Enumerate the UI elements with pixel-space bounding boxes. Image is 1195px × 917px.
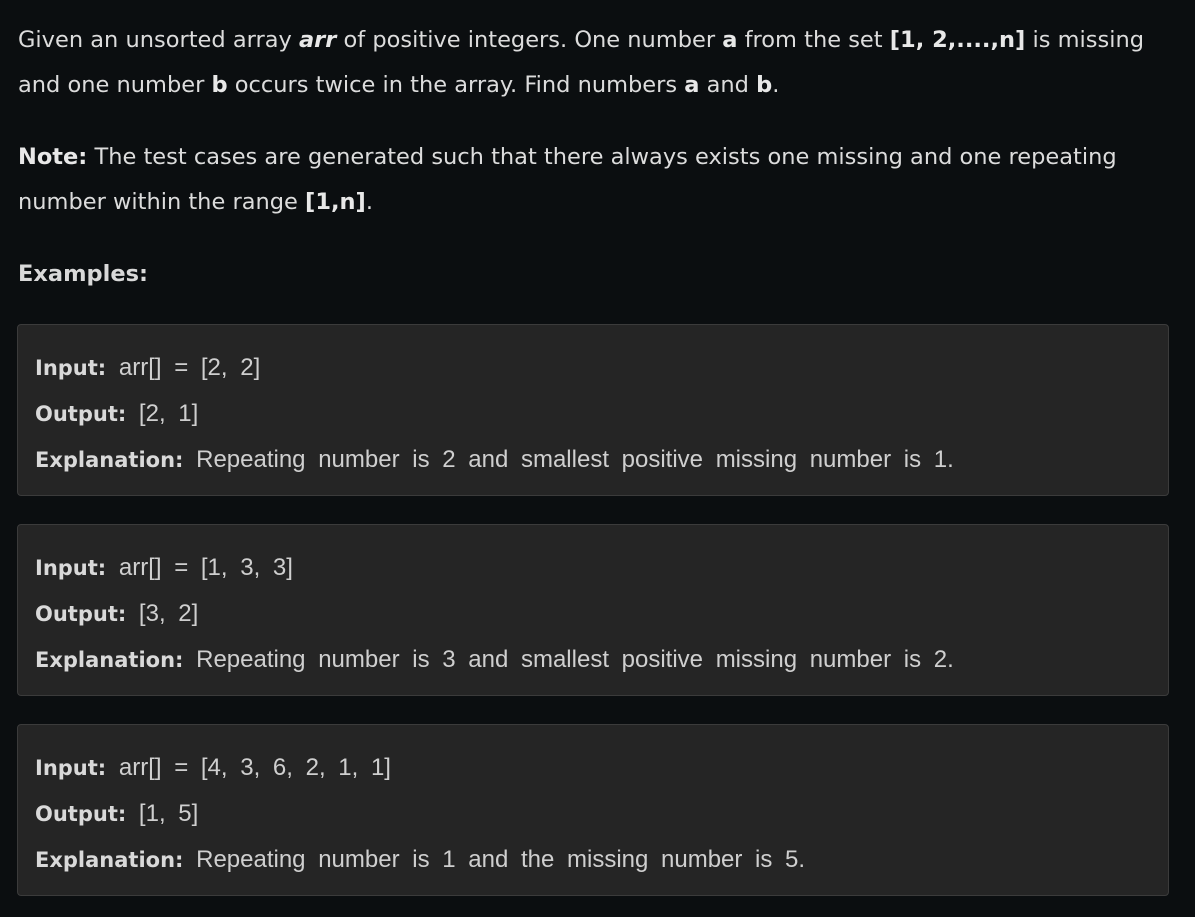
- example-box-3: Input: arr[] = [4, 3, 6, 2, 1, 1] Output…: [17, 724, 1169, 896]
- description-text: occurs twice in the array. Find numbers: [227, 72, 685, 98]
- output-label: Output:: [35, 602, 127, 626]
- description-text: .: [772, 72, 780, 98]
- example-explanation: Explanation: Repeating number is 3 and s…: [35, 637, 1151, 683]
- description-text: from the set: [737, 27, 890, 53]
- explanation-label: Explanation:: [35, 848, 184, 872]
- description-text: and: [699, 72, 757, 98]
- example-output: Output: [2, 1]: [35, 391, 1151, 437]
- explanation-text: Repeating number is 1 and the missing nu…: [183, 846, 806, 873]
- note-text: The test cases are generated such that t…: [18, 144, 1117, 215]
- input-label: Input:: [35, 556, 107, 580]
- array-name: arr: [298, 27, 337, 53]
- example-box-2: Input: arr[] = [1, 3, 3] Output: [3, 2] …: [17, 524, 1169, 696]
- input-value: arr[] = [4, 3, 6, 2, 1, 1]: [106, 754, 391, 781]
- example-explanation: Explanation: Repeating number is 2 and s…: [35, 437, 1151, 483]
- explanation-label: Explanation:: [35, 648, 184, 672]
- input-label: Input:: [35, 356, 107, 380]
- output-label: Output:: [35, 802, 127, 826]
- range-value: [1,n]: [305, 189, 366, 215]
- problem-note: Note: The test cases are generated such …: [18, 135, 1172, 225]
- description-text: of positive integers. One number: [336, 27, 723, 53]
- output-value: [1, 5]: [126, 800, 199, 827]
- description-text: Given an unsorted array: [18, 27, 299, 53]
- problem-description: Given an unsorted array arr of positive …: [18, 18, 1172, 108]
- note-label: Note:: [18, 144, 88, 170]
- example-input: Input: arr[] = [2, 2]: [35, 345, 1151, 391]
- input-value: arr[] = [1, 3, 3]: [106, 554, 293, 581]
- variable-b: b: [211, 72, 228, 98]
- note-text: .: [365, 189, 373, 215]
- input-value: arr[] = [2, 2]: [106, 354, 261, 381]
- input-label: Input:: [35, 756, 107, 780]
- examples-heading: Examples:: [18, 261, 148, 287]
- explanation-text: Repeating number is 2 and smallest posit…: [183, 446, 954, 473]
- number-set: [1, 2,....,n]: [889, 27, 1026, 53]
- output-value: [3, 2]: [126, 600, 199, 627]
- explanation-label: Explanation:: [35, 448, 184, 472]
- example-output: Output: [1, 5]: [35, 791, 1151, 837]
- explanation-text: Repeating number is 3 and smallest posit…: [183, 646, 954, 673]
- variable-a: a: [722, 27, 738, 53]
- example-input: Input: arr[] = [4, 3, 6, 2, 1, 1]: [35, 745, 1151, 791]
- example-input: Input: arr[] = [1, 3, 3]: [35, 545, 1151, 591]
- example-box-1: Input: arr[] = [2, 2] Output: [2, 1] Exp…: [17, 324, 1169, 496]
- output-label: Output:: [35, 402, 127, 426]
- variable-a: a: [684, 72, 700, 98]
- problem-statement: Given an unsorted array arr of positive …: [18, 18, 1172, 297]
- example-output: Output: [3, 2]: [35, 591, 1151, 637]
- example-explanation: Explanation: Repeating number is 1 and t…: [35, 837, 1151, 883]
- output-value: [2, 1]: [126, 400, 199, 427]
- variable-b: b: [756, 72, 773, 98]
